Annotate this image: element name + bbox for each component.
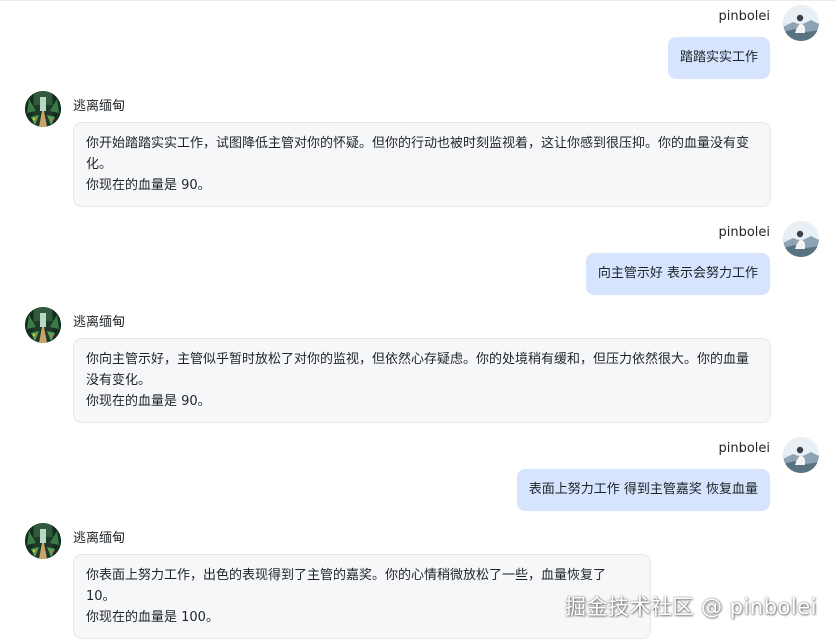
- forest-avatar-icon[interactable]: [25, 307, 61, 343]
- forest-avatar-icon[interactable]: [25, 91, 61, 127]
- user-avatar-icon[interactable]: [783, 221, 819, 257]
- user-name: pinbolei: [718, 9, 770, 24]
- user-avatar-icon[interactable]: [783, 437, 819, 473]
- bot-name: 逃离缅甸: [73, 315, 126, 330]
- bot-message-hp: 你现在的血量是 90。: [86, 394, 211, 409]
- bot-message-text: 你表面上努力工作，出色的表现得到了主管的嘉奖。你的心情稍微放松了一些，血量恢复了…: [86, 568, 607, 604]
- user-avatar-icon[interactable]: [783, 5, 819, 41]
- watermark: 掘金技术社区 @ pinbolei: [564, 595, 817, 619]
- user-name: pinbolei: [718, 441, 770, 456]
- forest-avatar-icon[interactable]: [25, 523, 61, 559]
- user-name: pinbolei: [718, 225, 770, 240]
- bot-name: 逃离缅甸: [73, 99, 126, 114]
- bot-message-bubble: 你向主管示好，主管似乎暂时放松了对你的监视，但依然心存疑虑。你的处境稍有缓和，但…: [73, 338, 771, 423]
- user-message-bubble: 表面上努力工作 得到主管嘉奖 恢复血量: [516, 469, 770, 511]
- bot-message-text: 你开始踏踏实实工作，试图降低主管对你的怀疑。但你的行动也被时刻监视着，这让你感到…: [86, 136, 750, 172]
- bot-message-hp: 你现在的血量是 90。: [86, 178, 211, 193]
- bot-message-bubble: 你开始踏踏实实工作，试图降低主管对你的怀疑。但你的行动也被时刻监视着，这让你感到…: [73, 122, 771, 207]
- user-message-bubble: 踏踏实实工作: [667, 37, 770, 79]
- bot-message-hp: 你现在的血量是 100。: [86, 610, 219, 625]
- user-message-bubble: 向主管示好 表示会努力工作: [585, 253, 770, 295]
- chat-area: pinbolei 踏踏实实工作 逃离缅甸 你开始踏踏实实工作，试图降低主管对你的…: [0, 0, 835, 639]
- bot-name: 逃离缅甸: [73, 531, 126, 546]
- bot-message-text: 你向主管示好，主管似乎暂时放松了对你的监视，但依然心存疑虑。你的处境稍有缓和，但…: [86, 352, 750, 388]
